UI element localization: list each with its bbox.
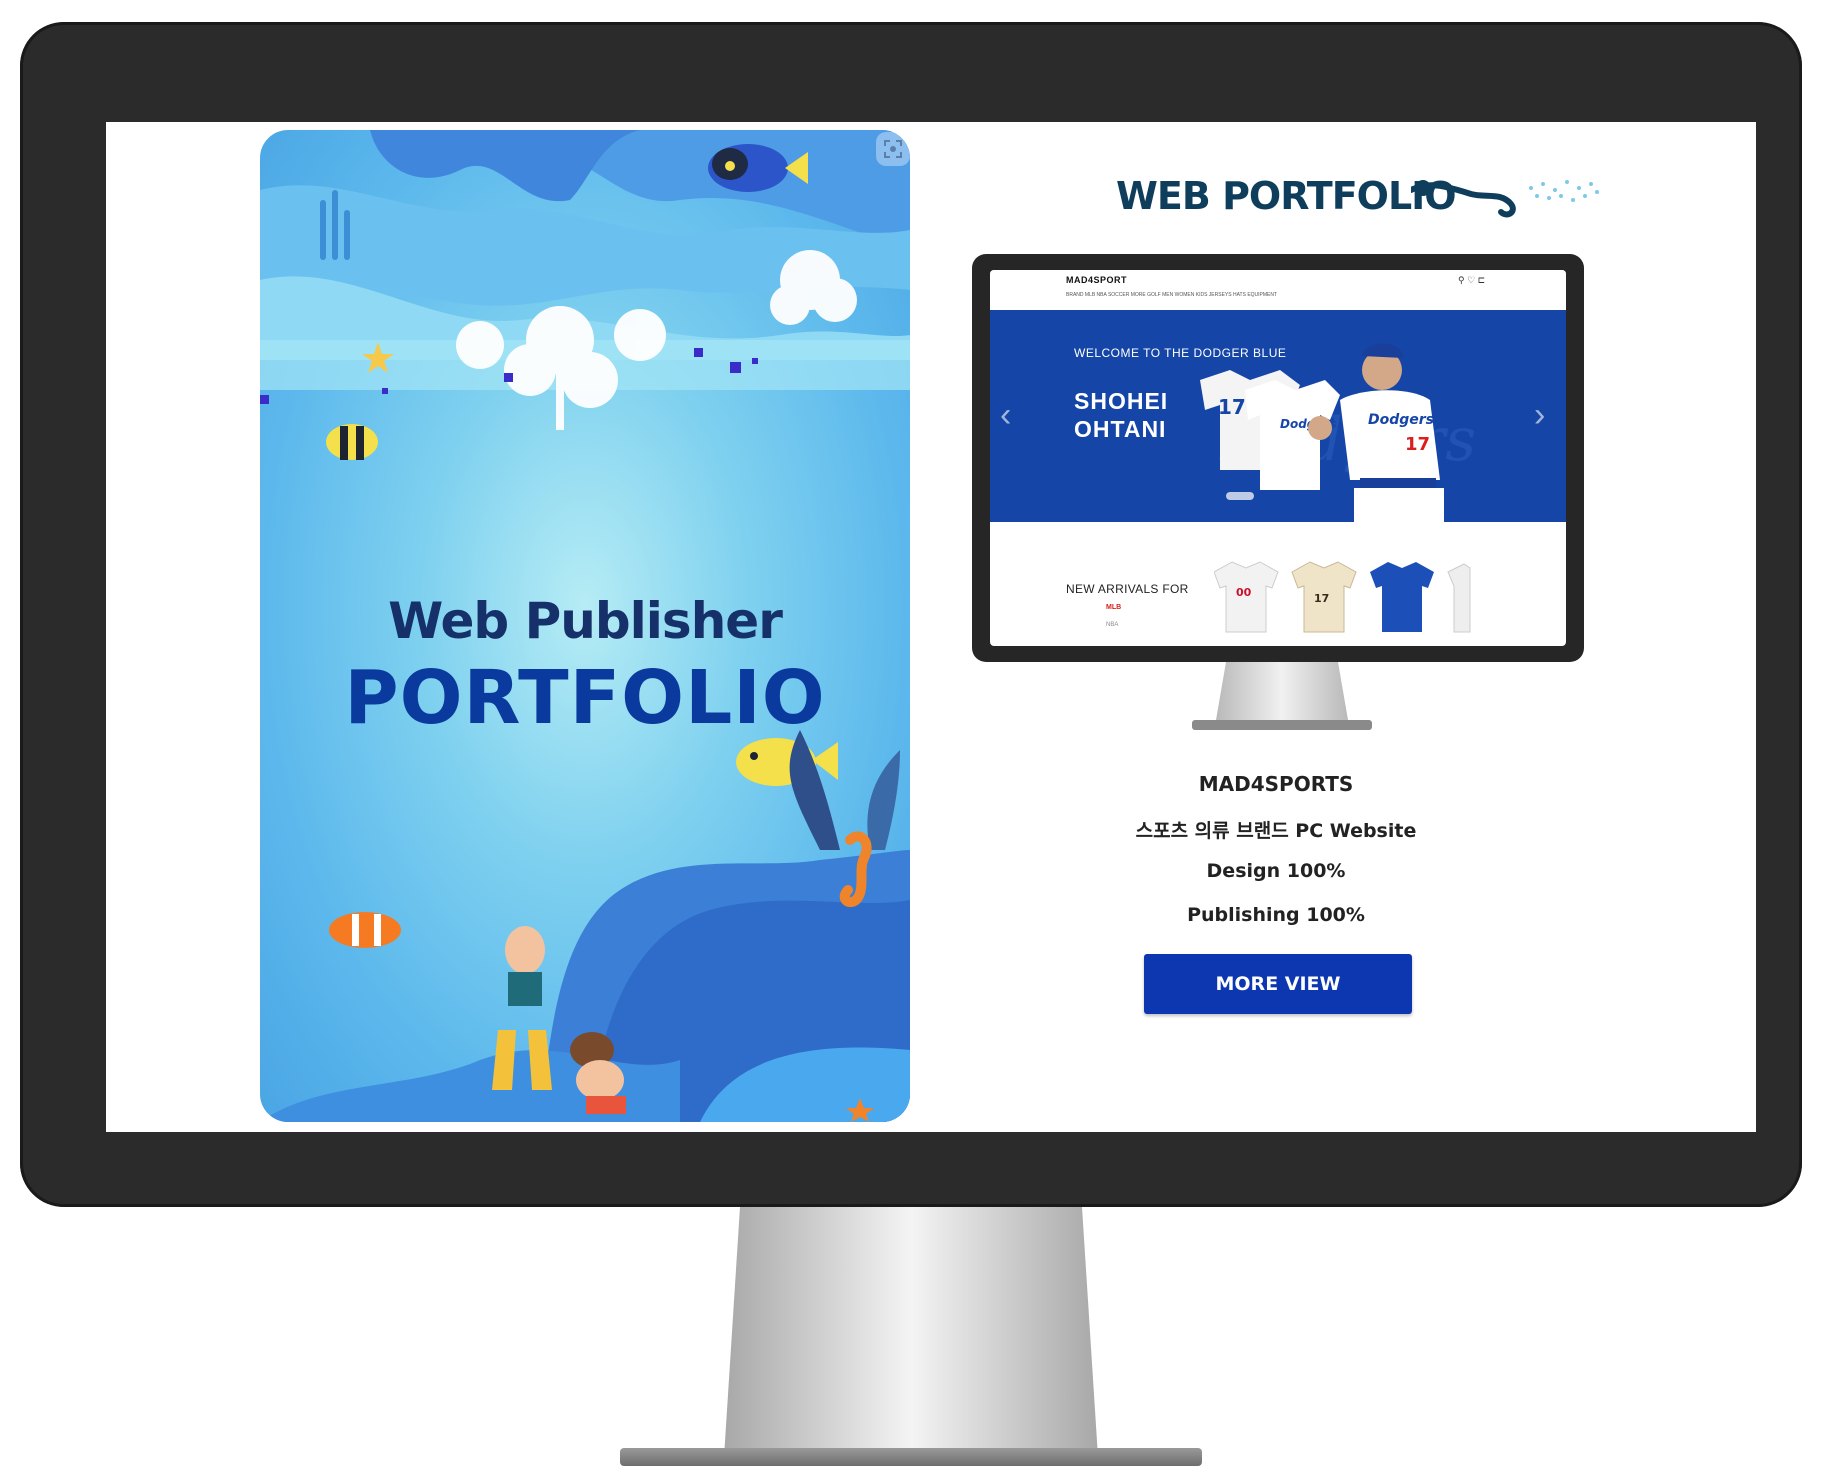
preview-monitor: MAD4SPORT BRAND MLB NBA SOCCER MORE GOLF… [972, 254, 1584, 662]
portfolio-heading: WEB PORTFOLIO [1116, 174, 1457, 218]
ocean-poster: Web Publisher PORTFOLIO [260, 130, 910, 1122]
chevron-right-icon[interactable]: › [1534, 396, 1545, 435]
arrivals-tab-mlb[interactable]: MLB [1106, 604, 1121, 611]
chevron-left-icon[interactable]: ‹ [1000, 396, 1011, 435]
jersey-number: 17 [1405, 434, 1430, 455]
more-view-button[interactable]: MORE VIEW [1144, 954, 1412, 1014]
hero-welcome-text: WELCOME TO THE DODGER BLUE [1074, 346, 1287, 360]
monitor-stand [724, 1207, 1098, 1457]
preview-nav: BRAND MLB NBA SOCCER MORE GOLF MEN WOMEN… [1066, 292, 1278, 298]
jersey-number: 17 [1314, 592, 1329, 605]
monitor-frame: Web Publisher PORTFOLIO WEB PORTFOLIO MA… [20, 22, 1802, 1207]
hero-name-line2: OHTANI [1074, 416, 1167, 442]
monitor-screen: Web Publisher PORTFOLIO WEB PORTFOLIO MA… [106, 122, 1756, 1132]
arrivals-tab-nba[interactable]: NBA [1106, 622, 1118, 628]
svg-text:Dodgers: Dodgers [1368, 412, 1434, 428]
preview-header: MAD4SPORT BRAND MLB NBA SOCCER MORE GOLF… [990, 270, 1566, 310]
poster-title-line2: PORTFOLIO [344, 655, 826, 741]
diver-icon [1408, 170, 1611, 235]
project-design-rate: Design 100% [1206, 860, 1346, 882]
preview-header-icons: ⚲ ♡ ⊏ [1458, 275, 1486, 285]
hero-name-line1: SHOHEI [1074, 388, 1169, 414]
arrivals-label: NEW ARRIVALS FOR [1066, 582, 1189, 596]
project-name: MAD4SPORTS [1198, 772, 1354, 796]
scan-icon[interactable] [876, 132, 910, 166]
poster-title-line1: Web Publisher [388, 592, 783, 650]
preview-hero: Dodgers 17 Dodgers Dodgers 17 [990, 310, 1566, 522]
preview-monitor-stand [1192, 662, 1372, 730]
preview-screen[interactable]: MAD4SPORT BRAND MLB NBA SOCCER MORE GOLF… [990, 270, 1566, 646]
jersey-number: 00 [1236, 586, 1252, 599]
preview-logo: MAD4SPORT [1066, 275, 1128, 285]
project-description: 스포츠 의류 브랜드 PC Website [1135, 820, 1417, 842]
jersey-number: 17 [1218, 395, 1246, 419]
monitor-base [620, 1448, 1202, 1466]
arrivals-jerseys: 00 17 [1214, 561, 1471, 633]
project-publishing-rate: Publishing 100% [1187, 904, 1365, 926]
